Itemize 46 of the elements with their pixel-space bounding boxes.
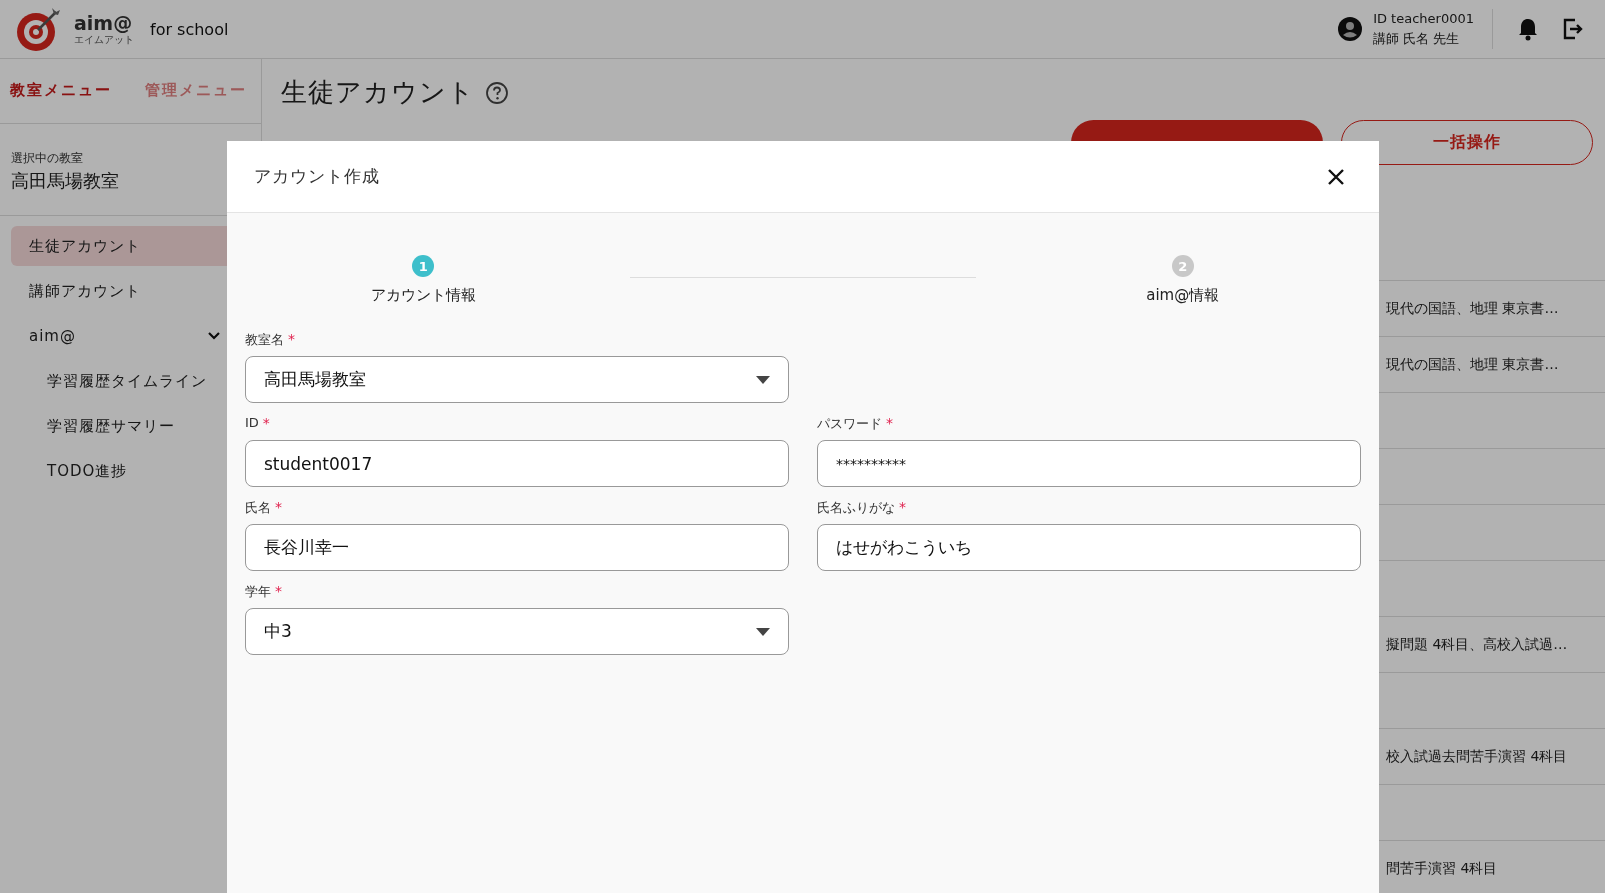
brand-subtitle: for school — [150, 19, 229, 39]
field-label: 氏名 — [245, 499, 271, 517]
field-label: 学年 — [245, 583, 271, 601]
field-label: パスワード — [817, 415, 882, 433]
user-name: 講師 氏名 先生 — [1373, 30, 1461, 48]
target-logo-icon — [14, 6, 62, 52]
step-label: aim@情報 — [1146, 286, 1220, 305]
required-mark: * — [899, 499, 906, 515]
help-icon — [485, 80, 509, 105]
logout-icon — [1561, 17, 1585, 41]
bulk-action-button[interactable]: 一括操作 — [1341, 120, 1593, 165]
required-mark: * — [288, 331, 295, 347]
step-label: アカウント情報 — [370, 286, 476, 305]
table-cell-text: 擬問題 4科目、高校入試過… — [1386, 635, 1569, 654]
select-field[interactable]: 高田馬場教室 — [245, 356, 789, 403]
input-field[interactable]: student0017 — [245, 440, 789, 487]
user-id: ID teacher0001 — [1373, 10, 1474, 28]
user-avatar-icon — [1337, 16, 1364, 42]
classroom-caption: 選択中の教室 — [11, 150, 84, 167]
select-field[interactable]: 中3 — [245, 608, 789, 655]
field-label: 教室名 — [245, 331, 284, 349]
page-title: 生徒アカウント — [281, 76, 475, 109]
input-field[interactable]: 長谷川幸一 — [245, 524, 789, 571]
brand-reading: エイムアット — [74, 34, 134, 45]
brand-name: aim@ — [74, 13, 134, 33]
table-cell-text: 校入試過去問苦手演習 4科目 — [1386, 747, 1569, 766]
field-label: 氏名ふりがな — [817, 499, 895, 517]
nav-item[interactable]: 講師アカウント — [11, 271, 261, 311]
bell-icon — [1517, 17, 1539, 41]
close-icon — [1327, 167, 1345, 186]
dialog-title: アカウント作成 — [254, 165, 380, 188]
menu-tab[interactable]: 教室メニュー — [10, 75, 112, 105]
table-cell-text: 現代の国語、地理 東京書… — [1386, 299, 1560, 318]
required-mark: * — [275, 583, 282, 599]
dropdown-caret-icon — [756, 627, 770, 636]
dropdown-caret-icon — [756, 375, 770, 384]
password-field[interactable]: ********** — [817, 440, 1361, 487]
step-number: 1 — [412, 255, 435, 277]
required-mark: * — [275, 499, 282, 515]
required-mark: * — [262, 415, 270, 431]
table-cell-text: 現代の国語、地理 東京書… — [1386, 355, 1560, 374]
input-field[interactable]: はせがわこういち — [817, 524, 1361, 571]
field-label: ID — [245, 415, 259, 430]
required-mark: * — [886, 415, 893, 431]
table-cell-text: 問苦手演習 4科目 — [1386, 859, 1499, 878]
classroom-name: 高田馬場教室 — [11, 169, 120, 193]
